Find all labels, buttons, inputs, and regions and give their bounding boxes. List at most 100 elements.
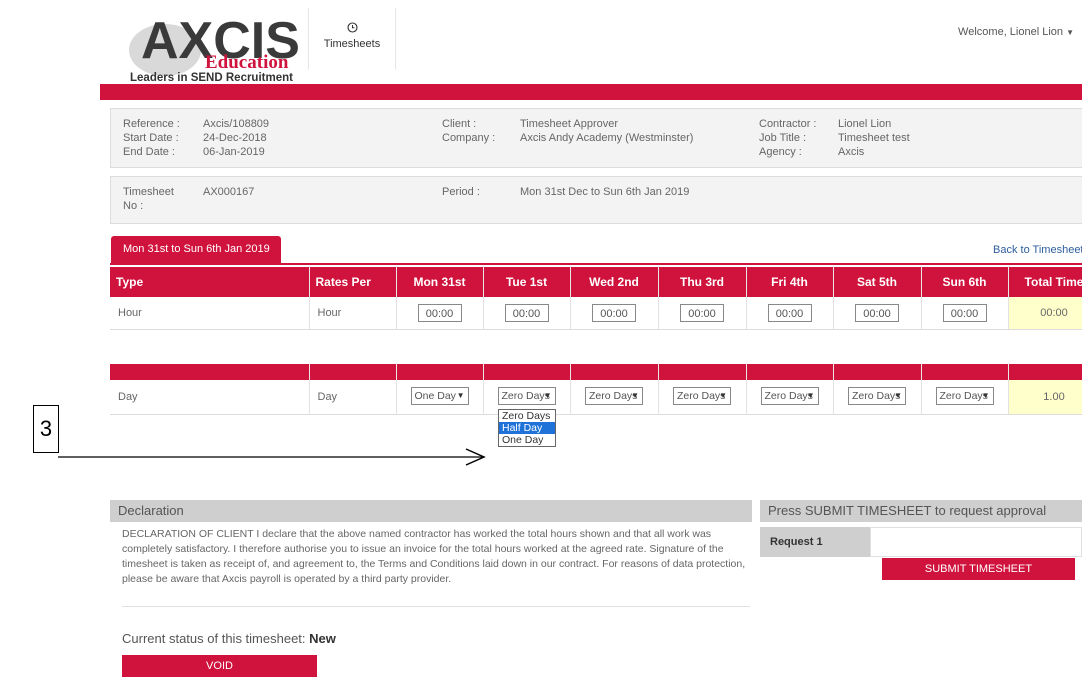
dropdown-option-half-day[interactable]: Half Day [499,422,555,434]
tab-week[interactable]: Mon 31st to Sun 6th Jan 2019 [111,236,281,263]
col-mon: Mon 31st [396,267,484,297]
start-date-label: Start Date : [123,132,179,144]
callout-arrow-icon [58,448,486,466]
dropdown-option-one-day[interactable]: One Day [499,434,555,446]
request-label: Request 1 [760,527,870,557]
dropdown-option-zero-days[interactable]: Zero Days [499,410,555,422]
timesheet-no-label-line1: Timesheet [123,186,174,198]
hour-input-fri[interactable]: 00:00 [767,304,812,322]
assignment-info-panel: Reference : Axcis/108809 Start Date : 24… [110,108,1082,168]
days-header-cell [483,364,571,380]
timesheet-no-value: AX000167 [203,186,255,198]
select-arrow-icon: ▼ [894,390,902,400]
days-header-cell [1008,364,1082,380]
declaration-text: DECLARATION OF CLIENT I declare that the… [122,528,746,585]
nav-timesheets[interactable]: Timesheets [308,8,396,70]
days-header-cell [570,364,659,380]
col-rates-per: Rates Per [309,267,397,297]
client-value: Timesheet Approver [520,118,619,130]
day-select-wed[interactable]: Zero Days ▼ [585,386,643,405]
logo-sub-text: Education [205,52,289,73]
company-value: Axcis Andy Academy (Westminster) [520,132,694,144]
days-header-cell [921,364,1009,380]
days-table: Day Day One Day ▼ Zero Days ▼ Zero Days ▼ Z… [110,364,1082,415]
caret-down-icon: ▼ [1066,28,1074,37]
status-value: New [309,631,336,646]
day-rate-cell: Day [309,380,397,415]
hour-input-tue[interactable]: 00:00 [504,304,549,322]
day-select-mon[interactable]: One Day ▼ [410,386,469,405]
select-arrow-icon: ▼ [806,390,815,400]
days-header-cell [110,364,310,380]
hours-header-row: Type Rates Per Mon 31st Tue 1st Wed 2nd … [110,267,1082,297]
timesheet-info-panel: Timesheet No : AX000167 Period : Mon 31s… [110,176,1082,224]
status-prefix: Current status of this timesheet: [122,631,306,646]
hour-input-sat[interactable]: 00:00 [855,304,899,322]
logo-graphic: AXCIS Education Leaders in SEND Recruitm… [129,12,300,84]
select-arrow-icon: ▼ [543,390,552,400]
day-select-fri[interactable]: Zero Days ▼ [760,386,819,405]
col-type: Type [110,267,310,297]
agency-value: Axcis [838,146,865,158]
nav-timesheets-label: Timesheets [323,38,381,50]
day-select-sun[interactable]: Zero Days ▼ [935,386,994,405]
days-header-cell [396,364,484,380]
col-total-time: Total Time [1008,267,1082,297]
col-wed: Wed 2nd [570,267,659,297]
day-type-cell: Day [110,380,310,415]
days-header-cell [833,364,922,380]
table-row: Hour Hour 00:00 00:00 00:00 00:00 00:00 … [110,297,1082,330]
submit-title: Press SUBMIT TIMESHEET to request approv… [760,500,1082,522]
period-value: Mon 31st Dec to Sun 6th Jan 2019 [520,186,690,198]
col-thu: Thu 3rd [658,267,747,297]
job-title-label: Job Title : [759,132,807,144]
hour-total-cell: 00:00 [1008,297,1082,330]
client-label: Client : [442,118,477,130]
days-header-row [110,364,1082,380]
col-sun: Sun 6th [921,267,1009,297]
day-select-tue[interactable]: Zero Days ▼ [497,386,556,405]
hour-rate-cell: Hour [309,297,397,330]
col-tue: Tue 1st [483,267,571,297]
welcome-text: Welcome, Lionel Lion [958,26,1064,38]
back-to-timesheets-link[interactable]: Back to Timesheets [993,244,1082,256]
day-select-thu[interactable]: Zero Days ▼ [673,386,731,405]
end-date-value: 06-Jan-2019 [203,146,265,158]
reference-label: Reference : [123,118,180,130]
hour-input-thu[interactable]: 00:00 [680,304,724,322]
request-value-field[interactable] [870,527,1082,557]
clock-icon [309,22,395,36]
hour-input-mon[interactable]: 00:00 [417,304,462,322]
agency-label: Agency : [759,146,802,158]
contractor-label: Contractor : [759,118,817,130]
select-arrow-icon: ▼ [456,390,465,400]
reference-value: Axcis/108809 [203,118,270,130]
hour-input-wed[interactable]: 00:00 [592,304,636,322]
table-row: Day Day One Day ▼ Zero Days ▼ Zero Days ▼ Z… [110,380,1082,415]
col-sat: Sat 5th [833,267,922,297]
day-select-sat[interactable]: Zero Days ▼ [848,386,906,405]
hours-table: Type Rates Per Mon 31st Tue 1st Wed 2nd … [110,267,1082,330]
days-header-cell [658,364,747,380]
void-button[interactable]: VOID [122,655,317,677]
hour-type-cell: Hour [110,297,310,330]
days-header-cell [746,364,834,380]
select-arrow-icon: ▼ [981,390,990,400]
header-red-bar [100,84,1082,100]
start-date-value: 24-Dec-2018 [203,132,267,144]
company-logo[interactable]: AXCIS Education Leaders in SEND Recruitm… [127,10,307,84]
day-total-cell: 1.00 [1008,380,1082,415]
submit-timesheet-button[interactable]: SUBMIT TIMESHEET [882,558,1075,580]
select-value: One Day [414,389,456,402]
end-date-label: End Date : [123,146,175,158]
col-fri: Fri 4th [746,267,834,297]
declaration-title: Declaration [110,500,752,522]
callout-number: 3 [33,405,59,453]
hour-input-sun[interactable]: 00:00 [942,304,987,322]
job-title-value: Timesheet test [838,132,910,144]
day-dropdown-list[interactable]: Zero Days Half Day One Day [498,409,556,447]
timesheet-status: Current status of this timesheet: New [122,631,336,646]
tab-underline [110,263,1082,265]
user-menu[interactable]: Welcome, Lionel Lion ▼ [958,26,1074,38]
select-arrow-icon: ▼ [631,390,639,400]
